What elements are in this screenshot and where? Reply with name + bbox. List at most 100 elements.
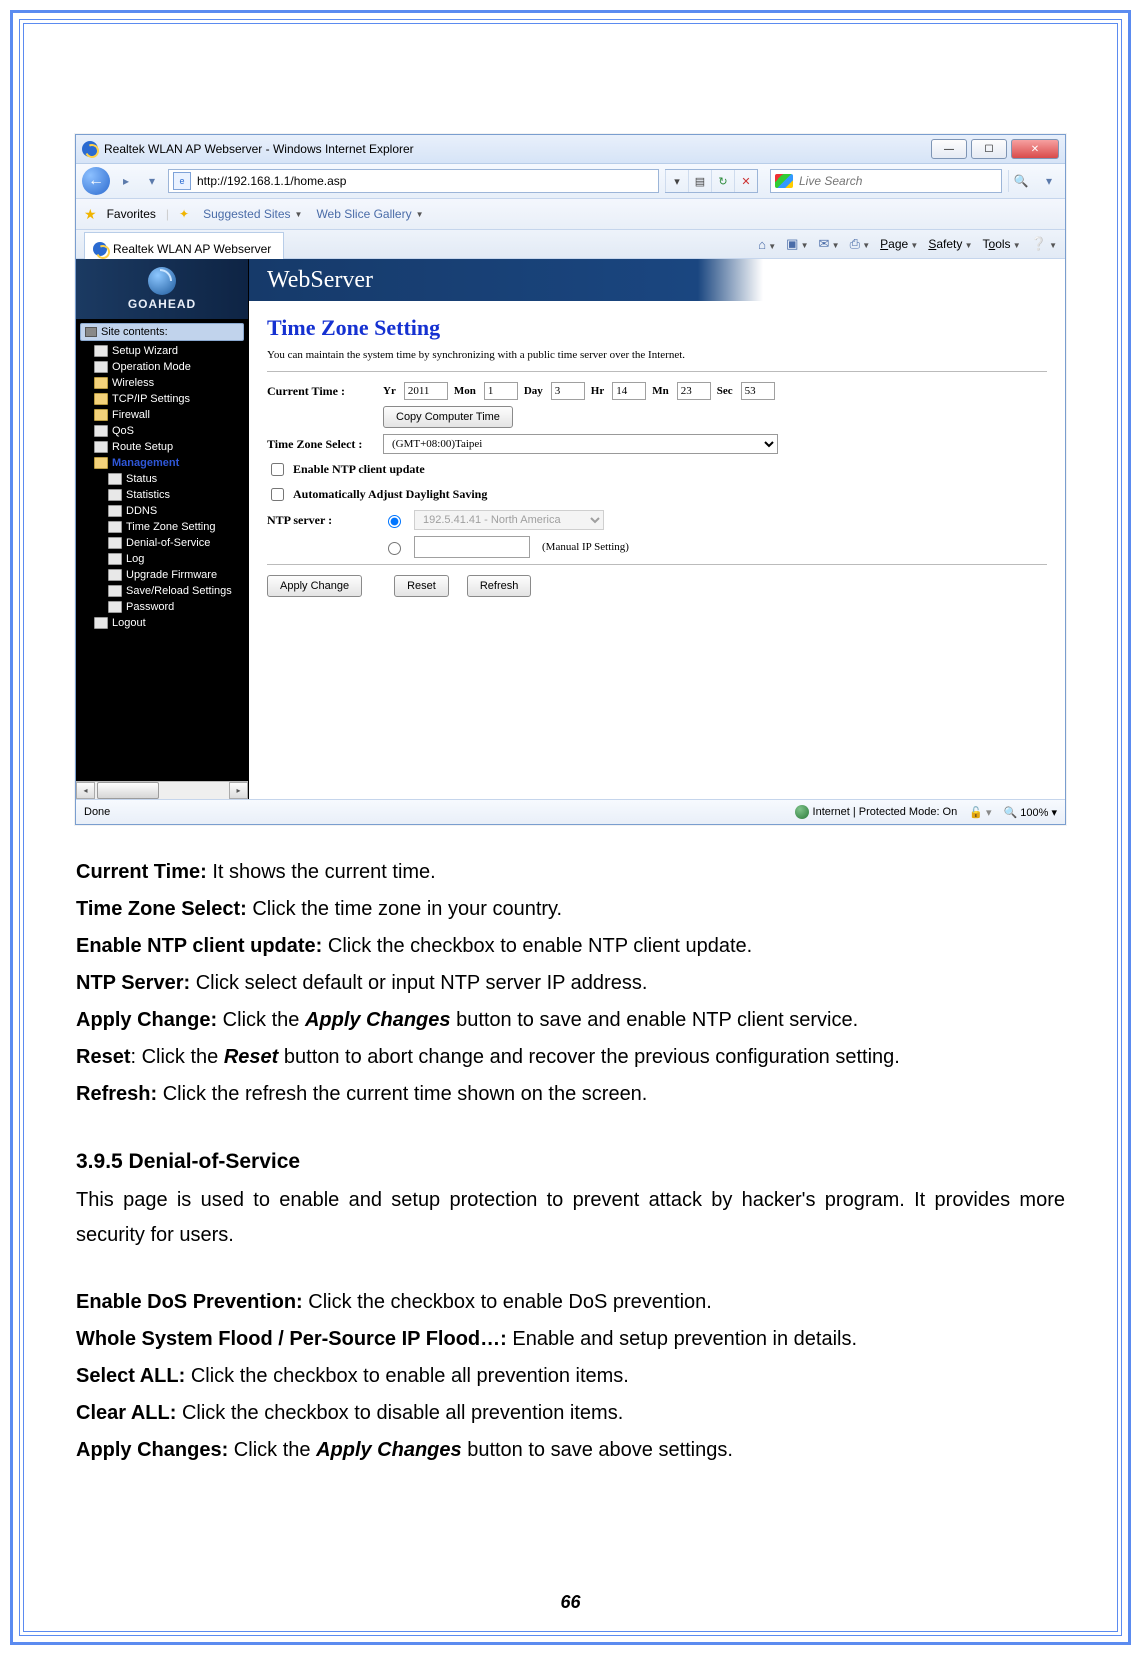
back-button[interactable]: ← bbox=[82, 167, 110, 195]
page-icon bbox=[108, 537, 122, 549]
forward-button[interactable]: ▸ bbox=[116, 167, 136, 195]
document-body: Current Time: It shows the current time.… bbox=[76, 855, 1065, 1468]
sidebar-scrollbar[interactable]: ◂ ▸ bbox=[76, 781, 248, 799]
page-icon: e bbox=[173, 172, 191, 190]
nav-wireless[interactable]: Wireless bbox=[76, 375, 248, 391]
web-slice-link[interactable]: Web Slice Gallery bbox=[312, 207, 423, 221]
day-input[interactable] bbox=[551, 382, 585, 400]
search-input[interactable] bbox=[797, 173, 1001, 189]
scroll-right-icon[interactable]: ▸ bbox=[229, 782, 248, 799]
nav-management[interactable]: Management bbox=[76, 455, 248, 471]
nav-upgrade[interactable]: Upgrade Firmware bbox=[76, 567, 248, 583]
page-menu[interactable]: PPageage bbox=[880, 237, 918, 251]
second-input[interactable] bbox=[741, 382, 775, 400]
nav-setup-wizard[interactable]: Setup Wizard bbox=[76, 343, 248, 359]
help-icon[interactable]: ❔ bbox=[1031, 236, 1057, 252]
refresh-button[interactable]: Refresh bbox=[467, 575, 532, 597]
hr-label: Hr bbox=[591, 385, 604, 397]
reset-button[interactable]: Reset bbox=[394, 575, 449, 597]
address-dropdown-icon[interactable]: ▾ bbox=[665, 170, 688, 192]
page-icon bbox=[108, 569, 122, 581]
search-icon[interactable]: 🔍 bbox=[1008, 170, 1033, 192]
row-copy-time: Copy Computer Time bbox=[267, 406, 1047, 428]
ntp-preset-radio[interactable] bbox=[388, 515, 401, 528]
status-bar: Done Internet | Protected Mode: On 🔓 ▾ 🔍… bbox=[76, 799, 1065, 824]
copy-computer-time-button[interactable]: Copy Computer Time bbox=[383, 406, 513, 428]
nav-log[interactable]: Log bbox=[76, 551, 248, 567]
month-input[interactable] bbox=[484, 382, 518, 400]
brand-logo: GOAHEAD bbox=[76, 259, 248, 319]
maximize-button[interactable]: ☐ bbox=[971, 139, 1007, 159]
feed-icon[interactable]: ▣ bbox=[786, 236, 808, 252]
dst-checkbox[interactable] bbox=[271, 488, 284, 501]
nav-save-reload[interactable]: Save/Reload Settings bbox=[76, 583, 248, 599]
minute-input[interactable] bbox=[677, 382, 711, 400]
page-icon bbox=[108, 601, 122, 613]
term-enable-dos: Enable DoS Prevention: bbox=[76, 1291, 303, 1313]
nav-dos[interactable]: Denial-of-Service bbox=[76, 535, 248, 551]
year-input[interactable] bbox=[404, 382, 448, 400]
browser-window: Realtek WLAN AP Webserver - Windows Inte… bbox=[75, 134, 1066, 825]
tools-menu[interactable]: ToolsTools bbox=[983, 237, 1021, 251]
search-dropdown-icon[interactable]: ▾ bbox=[1039, 167, 1059, 195]
sec-label: Sec bbox=[717, 385, 733, 397]
section-heading: 3.9.5 Denial-of-Service bbox=[76, 1144, 1065, 1181]
nav-tcpip[interactable]: TCP/IP Settings bbox=[76, 391, 248, 407]
stop-icon[interactable]: ✕ bbox=[734, 170, 757, 192]
tree-root[interactable]: Site contents: bbox=[80, 323, 244, 341]
scroll-thumb[interactable] bbox=[97, 782, 159, 799]
folder-icon bbox=[94, 377, 108, 389]
nav-statistics[interactable]: Statistics bbox=[76, 487, 248, 503]
favorites-bar: ★ Favorites | ✦ Suggested Sites Web Slic… bbox=[76, 199, 1065, 230]
term-apply-changes: Apply Changes: bbox=[76, 1439, 228, 1461]
nav-history-dropdown[interactable]: ▾ bbox=[142, 167, 162, 195]
nav-time-zone[interactable]: Time Zone Setting bbox=[76, 519, 248, 535]
compat-view-icon[interactable]: ▤ bbox=[688, 170, 711, 192]
nav-route-setup[interactable]: Route Setup bbox=[76, 439, 248, 455]
zoom-control[interactable]: 🔍 100% ▾ bbox=[1004, 806, 1057, 819]
divider bbox=[267, 371, 1047, 372]
safety-menu[interactable]: SafetySafety bbox=[928, 237, 972, 251]
favorites-label[interactable]: Favorites bbox=[107, 207, 156, 221]
term-apply-change: Apply Change: bbox=[76, 1009, 217, 1031]
search-provider-icon bbox=[775, 174, 793, 188]
address-bar[interactable]: e bbox=[168, 169, 659, 193]
search-box[interactable] bbox=[770, 169, 1002, 193]
day-label: Day bbox=[524, 385, 543, 397]
protected-mode-icon[interactable]: 🔓 ▾ bbox=[969, 806, 991, 819]
nav-operation-mode[interactable]: Operation Mode bbox=[76, 359, 248, 375]
sidebar: GOAHEAD Site contents: Setup Wizard Oper… bbox=[76, 259, 249, 799]
row-actions: Apply Change Reset Refresh bbox=[267, 575, 1047, 597]
hour-input[interactable] bbox=[612, 382, 646, 400]
term-flood: Whole System Flood / Per-Source IP Flood… bbox=[76, 1328, 507, 1350]
page-icon bbox=[108, 521, 122, 533]
tab-active[interactable]: Realtek WLAN AP Webserver bbox=[84, 232, 284, 261]
url-input[interactable] bbox=[195, 173, 658, 189]
timezone-select[interactable]: (GMT+08:00)Taipei bbox=[383, 434, 778, 454]
ntp-enable-checkbox[interactable] bbox=[271, 463, 284, 476]
mon-label: Mon bbox=[454, 385, 476, 397]
current-time-label: Current Time : bbox=[267, 384, 377, 399]
minimize-button[interactable]: — bbox=[931, 139, 967, 159]
nav-firewall[interactable]: Firewall bbox=[76, 407, 248, 423]
ntp-manual-radio[interactable] bbox=[388, 542, 401, 555]
ntp-server-select[interactable]: 192.5.41.41 - North America bbox=[414, 510, 604, 530]
print-icon[interactable]: ⎙ bbox=[850, 236, 871, 252]
refresh-icon[interactable]: ↻ bbox=[711, 170, 734, 192]
apply-change-button[interactable]: Apply Change bbox=[267, 575, 362, 597]
close-button[interactable]: ✕ bbox=[1011, 139, 1059, 159]
favorites-star-icon[interactable]: ★ bbox=[84, 206, 97, 223]
scroll-left-icon[interactable]: ◂ bbox=[76, 782, 95, 799]
nav-ddns[interactable]: DDNS bbox=[76, 503, 248, 519]
page-icon bbox=[94, 361, 108, 373]
nav-password[interactable]: Password bbox=[76, 599, 248, 615]
nav-logout[interactable]: Logout bbox=[76, 615, 248, 631]
nav-status[interactable]: Status bbox=[76, 471, 248, 487]
nav-qos[interactable]: QoS bbox=[76, 423, 248, 439]
mail-icon[interactable]: ✉ bbox=[819, 236, 840, 252]
suggested-sites-link[interactable]: Suggested Sites bbox=[199, 207, 302, 221]
row-dst: Automatically Adjust Daylight Saving bbox=[267, 485, 1047, 504]
folder-icon bbox=[94, 393, 108, 405]
home-icon[interactable]: ⌂ bbox=[758, 237, 776, 252]
ntp-manual-input[interactable] bbox=[414, 536, 530, 558]
